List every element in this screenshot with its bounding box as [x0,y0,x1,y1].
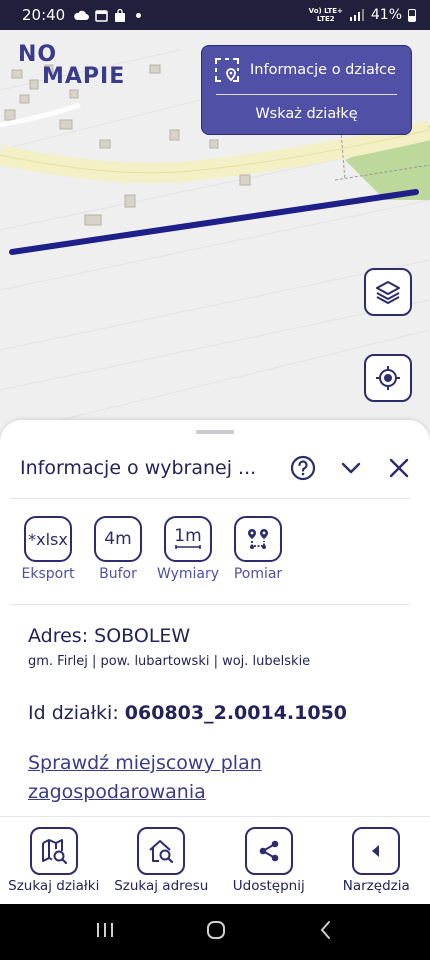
app-logo: NO MAPIE [18,44,125,88]
back-button[interactable] [316,919,336,945]
recent-apps-button[interactable] [94,920,116,944]
nav-label: Narzędzia [342,878,410,894]
nav-icon-box [137,827,186,875]
crosshair-location-icon [376,366,400,390]
dimensions-value: 1m [174,526,202,546]
nav-label: Szukaj adresu [114,878,209,894]
search-address-button[interactable]: Szukaj adresu [108,817,216,904]
measure-tool[interactable]: Pomiar [226,516,290,582]
cloud-icon [74,10,90,20]
ruler-icon [175,545,201,549]
nav-icon-box [352,827,401,875]
parcel-details-sheet: Informacje o wybranej ... *xlsx Eksport … [0,420,430,816]
select-area-location-icon [215,58,239,82]
chevron-down-icon [341,462,361,474]
my-location-button[interactable] [364,354,412,402]
parcel-address: Adres: SOBOLEW [28,625,191,647]
recent-apps-icon [97,923,114,937]
close-icon [389,458,409,478]
parcel-id: Id działki: 060803_2.0014.1050 [28,702,347,724]
parcel-info-card: Informacje o działce Wskaż działkę [201,45,412,135]
parcel-admin-units: gm. Firlej | pow. lubartowski | woj. lub… [28,654,311,669]
buffer-icon: 4m [94,516,142,562]
battery-percent: 41% [370,7,402,23]
collapse-button[interactable] [338,455,364,481]
measure-points-icon [248,529,268,549]
close-button[interactable] [386,455,412,481]
layers-icon [376,281,400,304]
calendar-icon [95,9,108,22]
back-chevron-icon [320,921,330,939]
local-plan-link[interactable]: Sprawdź miejscowy plan zagospodarowania [28,749,328,807]
export-tool[interactable]: *xlsx Eksport [16,516,80,582]
sheet-title: Informacje o wybranej ... [20,457,257,479]
home-circle-icon [206,921,225,939]
tools-divider [10,604,410,605]
parcel-info-label: Informacje o działce [250,62,396,78]
header-divider [10,498,410,499]
nav-icon-box [244,827,293,875]
notification-dot-icon [136,12,142,18]
point-parcel-button[interactable]: Wskaż działkę [202,95,411,133]
battery-icon [408,8,416,22]
home-search-icon [149,840,174,864]
parcel-id-label: Id działki: [28,702,125,724]
layers-button[interactable] [364,268,412,316]
help-circle-icon [290,455,316,481]
measure-icon [234,516,282,562]
parcel-id-value: 060803_2.0014.1050 [124,702,348,724]
nav-icon-box [29,827,78,875]
logo-line-2: MAPIE [42,64,126,89]
tool-label: Eksport [21,566,75,582]
tool-label: Pomiar [233,566,283,582]
network-label: Vo) LTE+ LTE2 [308,7,343,23]
home-button[interactable] [205,919,227,945]
logo-line-1: NO [18,42,58,67]
share-button[interactable]: Udostępnij [215,817,323,904]
system-navigation-bar [0,904,430,960]
sheet-header: Informacje o wybranej ... [20,446,420,490]
tool-label: Wymiary [156,566,220,582]
parcel-info-button[interactable]: Informacje o działce [202,46,411,94]
map-search-icon [41,839,67,865]
caret-left-icon [372,845,380,857]
nav-label: Szukaj działki [8,878,100,894]
bottom-navigation: Szukaj działki Szukaj adresu Udostępnij … [0,816,430,904]
tool-label: Bufor [99,566,137,582]
sheet-drag-handle[interactable] [196,430,234,434]
buffer-tool[interactable]: 4m Bufor [86,516,150,582]
bag-icon [115,8,126,22]
status-time: 20:40 [22,6,66,24]
dimensions-icon: 1m [164,516,212,562]
nav-label: Udostępnij [232,878,305,894]
share-icon [259,840,279,862]
status-bar: 20:40 Vo) LTE+ LTE2 41% [0,0,430,30]
tools-button[interactable]: Narzędzia [323,817,430,904]
tools-row: *xlsx Eksport 4m Bufor 1m Wymiary Pomiar [16,516,290,582]
search-parcel-button[interactable]: Szukaj działki [0,817,108,904]
status-icons [73,8,142,22]
dimensions-tool[interactable]: 1m Wymiary [156,516,220,582]
help-button[interactable] [290,455,316,481]
signal-icon [349,9,364,21]
export-xlsx-icon: *xlsx [24,516,72,562]
